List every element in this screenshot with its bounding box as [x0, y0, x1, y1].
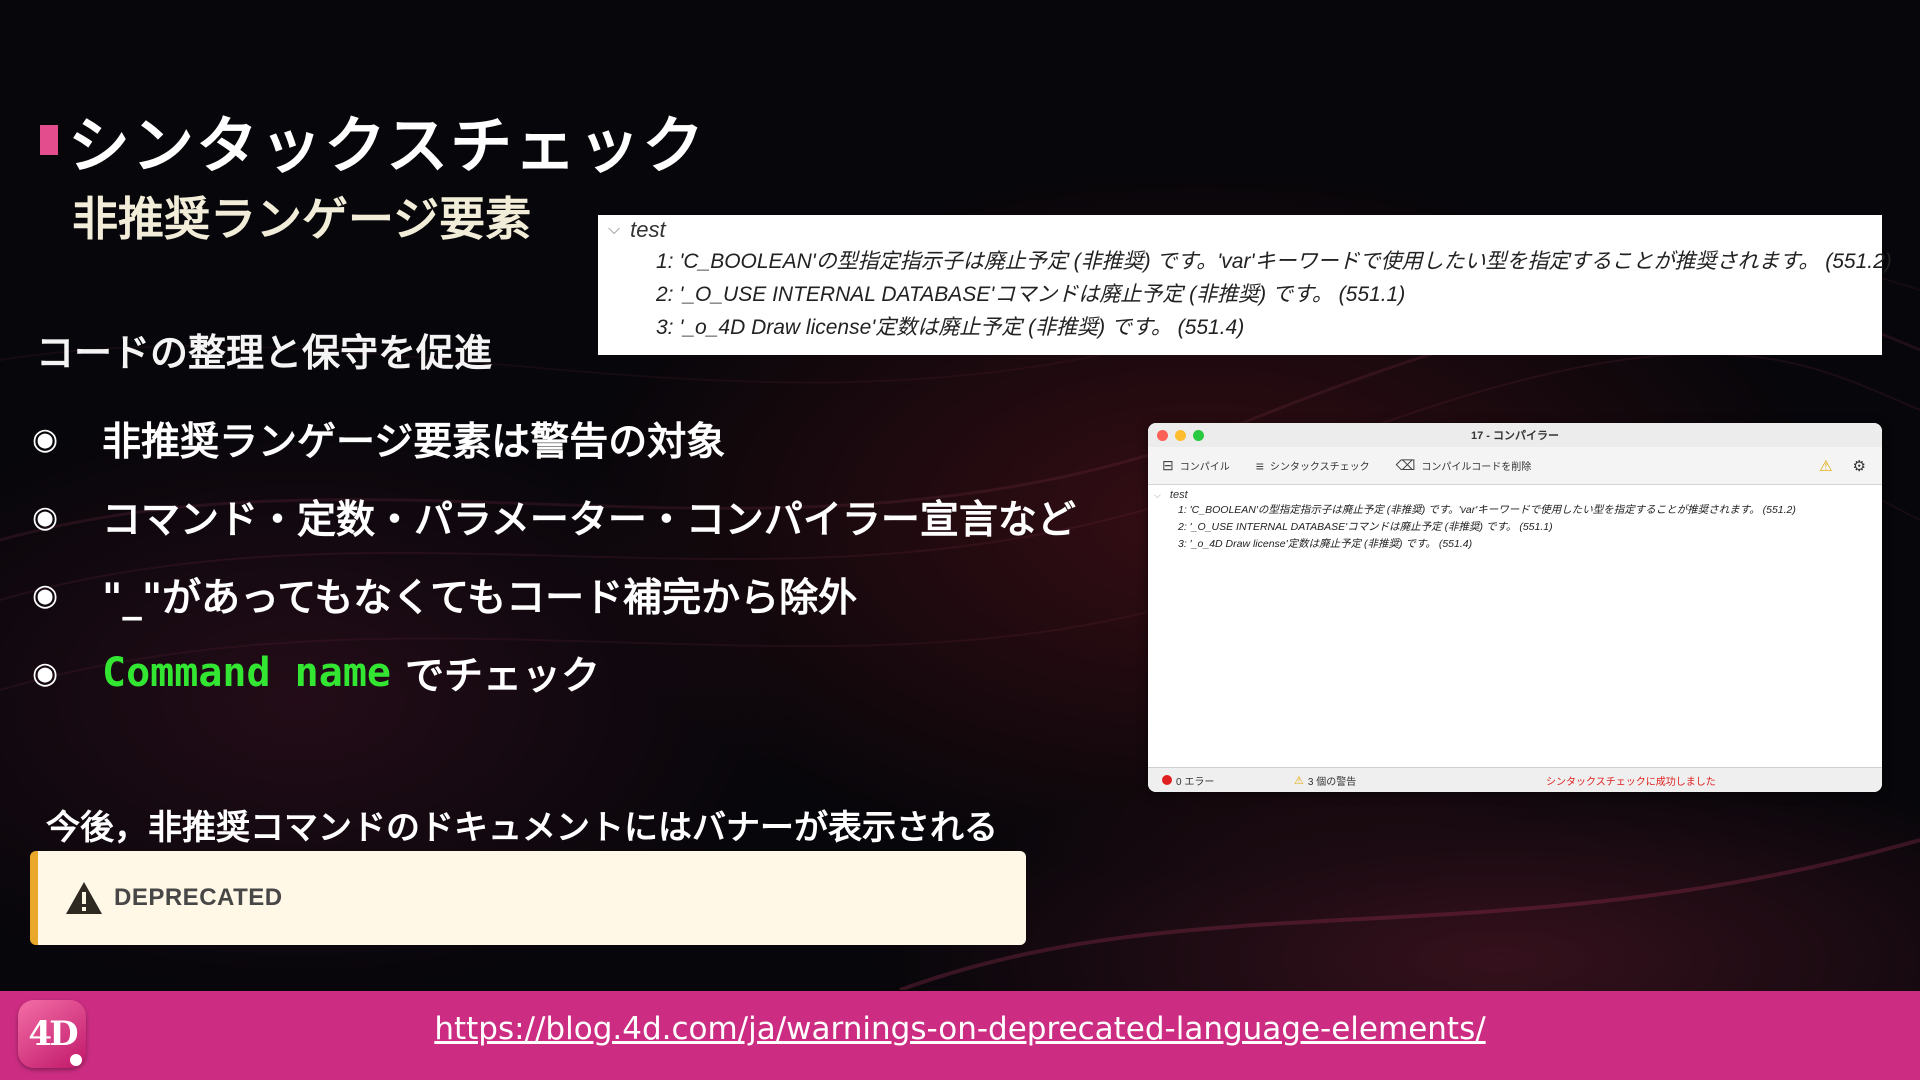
error-count[interactable]: 0 エラー — [1162, 773, 1214, 788]
bullet-text: コマンド・定数・パラメーター・コンパイラー宣言など — [102, 498, 1076, 543]
result-group-label: test — [1169, 489, 1188, 501]
bullet-mark-icon: ◉ — [32, 577, 59, 613]
bullet-text: "_"があってもなくてもコード補完から除外 — [102, 576, 858, 621]
syntax-check-label: シンタックスチェック — [1269, 462, 1370, 473]
result-line[interactable]: 3: '_o_4D Draw license'定数は廃止予定 (非推奨) です。… — [1178, 536, 1472, 551]
compile-icon: ⊟ — [1162, 457, 1174, 473]
bullet-text: でチェック — [404, 654, 600, 699]
chevron-down-icon[interactable]: ⌵ — [608, 221, 620, 239]
toolbar-right: ⚠ ⚙ — [1819, 457, 1866, 475]
syntax-check-button[interactable]: ≡ シンタックスチェック — [1256, 458, 1370, 474]
syntax-check-icon: ≡ — [1255, 457, 1264, 474]
result-group-header[interactable]: ⌵ test — [608, 215, 666, 245]
result-line[interactable]: 1: 'C_BOOLEAN'の型指定指示子は廃止予定 (非推奨) です。'var… — [656, 245, 1892, 275]
result-group-header[interactable]: ⌵ test — [1154, 489, 1188, 501]
command-name-code: Command name — [102, 650, 391, 696]
lead-text: コードの整理と保守を促進 — [36, 331, 493, 375]
bullet-item: ◉ Command name でチェック — [32, 634, 1076, 712]
bullet-item: ◉ コマンド・定数・パラメーター・コンパイラー宣言など — [32, 478, 1076, 556]
error-count-label: 0 エラー — [1176, 776, 1215, 788]
slide-title: シンタックスチェック — [68, 109, 707, 182]
result-line[interactable]: 3: '_o_4D Draw license'定数は廃止予定 (非推奨) です。… — [656, 311, 1244, 341]
delete-compiled-code-button[interactable]: ⌫ コンパイルコードを削除 — [1396, 457, 1532, 474]
bullet-text: 非推奨ランゲージ要素は警告の対象 — [102, 420, 726, 465]
settings-icon[interactable]: ⚙ — [1853, 457, 1866, 475]
error-icon — [1162, 775, 1172, 785]
compiler-results: ⌵ test 1: 'C_BOOLEAN'の型指定指示子は廃止予定 (非推奨) … — [1148, 485, 1882, 767]
status-message: シンタックスチェックに成功しました — [1546, 776, 1716, 788]
slide-subtitle: 非推奨ランゲージ要素 — [72, 192, 532, 246]
result-line[interactable]: 2: '_O_USE INTERNAL DATABASE'コマンドは廃止予定 (… — [1178, 519, 1553, 534]
warning-icon[interactable]: ⚠ — [1819, 457, 1832, 475]
future-note: 今後，非推奨コマンドのドキュメントにはバナーが表示される — [46, 808, 998, 848]
compile-button[interactable]: ⊟ コンパイル — [1162, 457, 1230, 474]
compiler-result-zoom: ⌵ test 1: 'C_BOOLEAN'の型指定指示子は廃止予定 (非推奨) … — [598, 215, 1892, 355]
compile-label: コンパイル — [1179, 462, 1230, 473]
slide-title-row: シンタックスチェック — [40, 95, 706, 185]
warning-count-label: 3 個の警告 — [1307, 776, 1357, 788]
deprecated-label: DEPRECATED — [114, 884, 283, 911]
window-title: 17 - コンパイラー — [1470, 430, 1559, 442]
compiler-window: 17 - コンパイラー ⊟ コンパイル ≡ シンタックスチェック ⌫ コンパイル… — [1148, 423, 1882, 792]
blog-link[interactable]: https://blog.4d.com/ja/warnings-on-depre… — [0, 1011, 1920, 1047]
bullet-item: ◉ "_"があってもなくてもコード補完から除外 — [32, 556, 1076, 634]
compiler-status-bar: 0 エラー ⚠ 3 個の警告 シンタックスチェックに成功しました — [1148, 767, 1882, 792]
footer-bar: 4D https://blog.4d.com/ja/warnings-on-de… — [0, 991, 1920, 1080]
broom-icon: ⌫ — [1395, 457, 1416, 473]
logo-dot — [70, 1054, 82, 1066]
delete-compiled-code-label: コンパイルコードを削除 — [1421, 462, 1532, 473]
result-line[interactable]: 1: 'C_BOOLEAN'の型指定指示子は廃止予定 (非推奨) です。'var… — [1178, 502, 1796, 517]
bullet-list: ◉ 非推奨ランゲージ要素は警告の対象 ◉ コマンド・定数・パラメーター・コンパイ… — [32, 400, 1076, 712]
title-marker — [40, 125, 58, 155]
compiler-toolbar: ⊟ コンパイル ≡ シンタックスチェック ⌫ コンパイルコードを削除 ⚠ ⚙ — [1148, 447, 1882, 485]
bullet-item: ◉ 非推奨ランゲージ要素は警告の対象 — [32, 400, 1076, 478]
bullet-mark-icon: ◉ — [32, 421, 59, 457]
bullet-mark-icon: ◉ — [32, 499, 59, 535]
deprecated-banner: DEPRECATED — [30, 851, 1026, 945]
warning-count[interactable]: ⚠ 3 個の警告 — [1294, 773, 1356, 788]
chevron-down-icon[interactable]: ⌵ — [1154, 490, 1161, 500]
bullet-mark-icon: ◉ — [32, 655, 59, 691]
warning-triangle-icon — [66, 882, 102, 914]
window-titlebar: 17 - コンパイラー — [1148, 423, 1882, 447]
result-group-label: test — [630, 217, 666, 242]
warning-icon: ⚠ — [1294, 774, 1304, 787]
result-line[interactable]: 2: '_O_USE INTERNAL DATABASE'コマンドは廃止予定 (… — [656, 278, 1405, 308]
